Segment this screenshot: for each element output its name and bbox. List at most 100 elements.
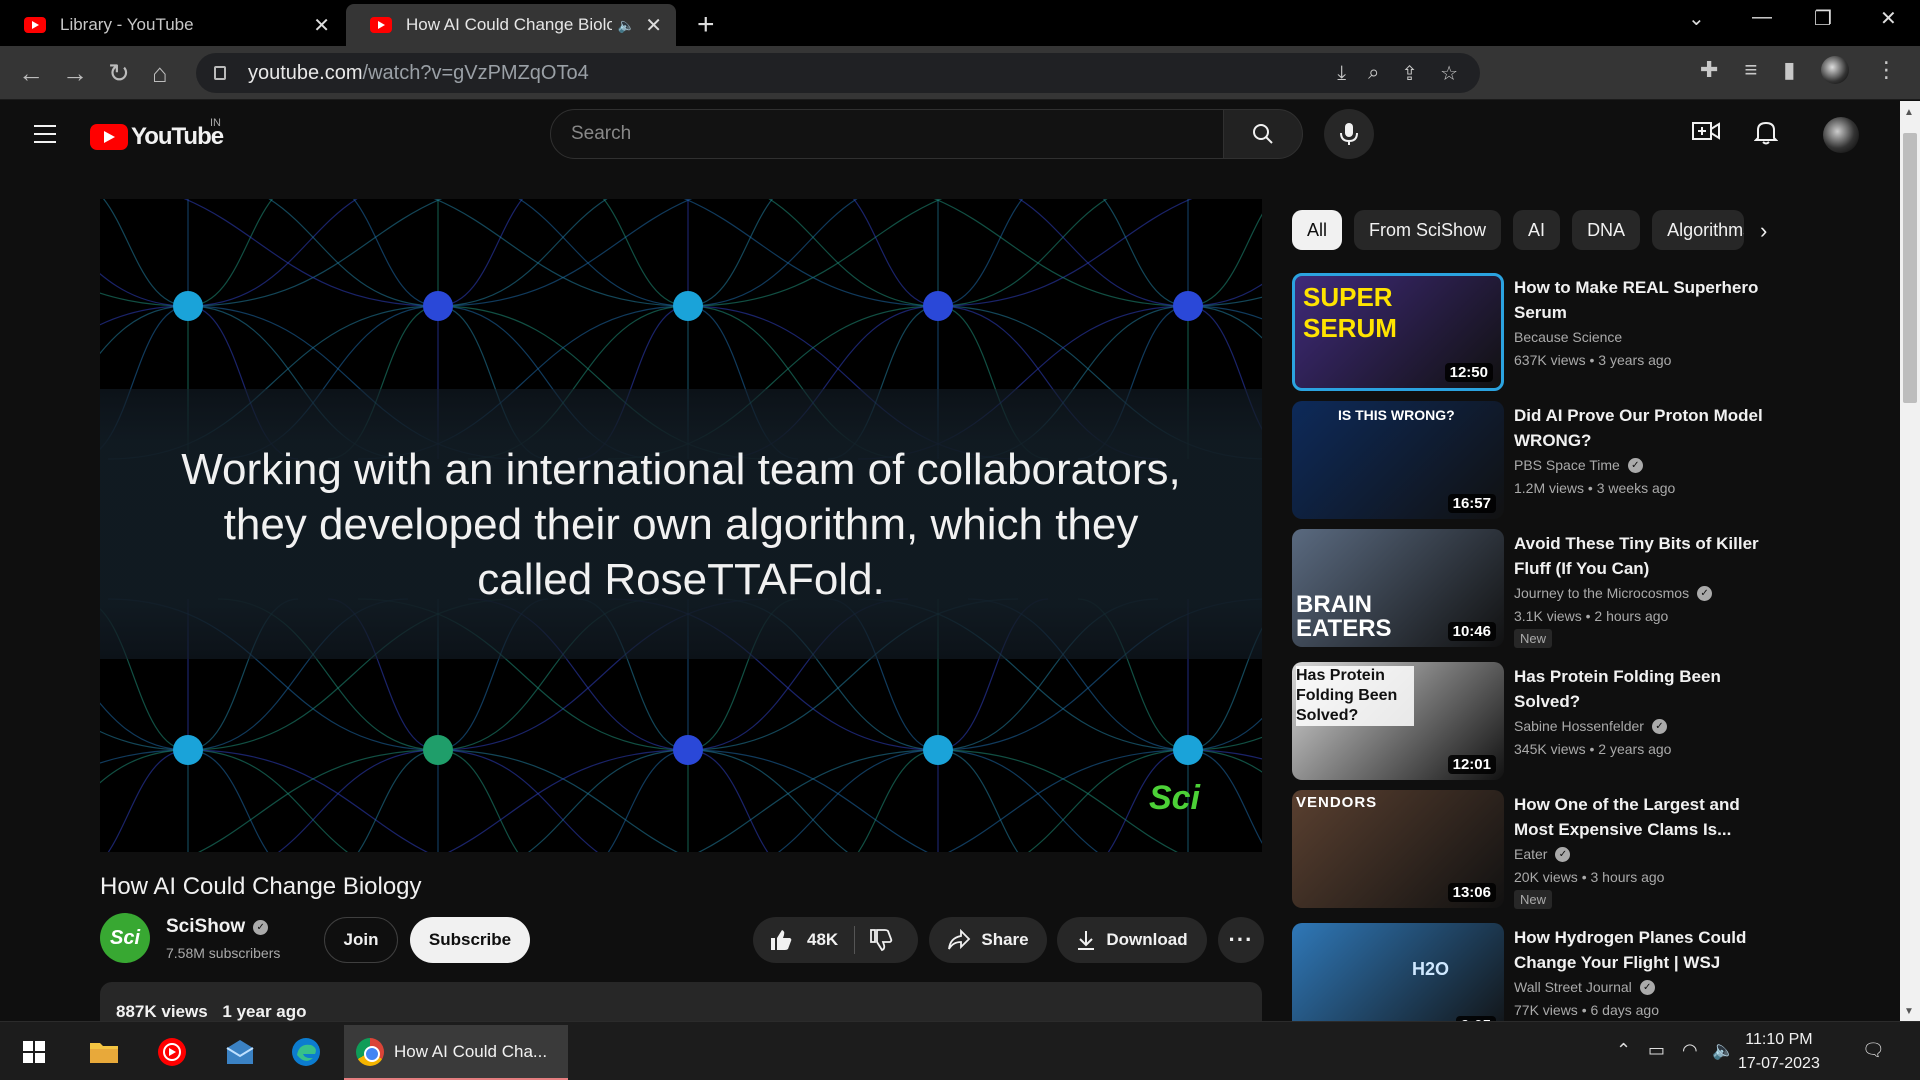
- scroll-up-icon[interactable]: ▲: [1904, 107, 1914, 118]
- show-hidden-icons-chevron-icon[interactable]: ⌃: [1616, 1040, 1631, 1061]
- like-button[interactable]: 48K: [769, 928, 838, 952]
- recommendation-channel[interactable]: Sabine Hossenfelder ✓: [1514, 718, 1667, 734]
- chip-algorithms[interactable]: Algorithms: [1652, 210, 1745, 250]
- zoom-icon[interactable]: ⌕: [1368, 62, 1379, 85]
- close-tab-icon[interactable]: ✕: [645, 13, 662, 38]
- bookmark-star-icon[interactable]: ☆: [1440, 61, 1458, 86]
- view-count: 887K views: [116, 1002, 208, 1021]
- youtube-favicon-icon: [370, 17, 392, 33]
- scroll-thumb[interactable]: [1903, 133, 1917, 403]
- chip-all[interactable]: All: [1292, 210, 1343, 250]
- channel-avatar[interactable]: Sci: [100, 913, 150, 963]
- recommendation-title[interactable]: How Hydrogen Planes Could Change Your Fl…: [1514, 925, 1774, 975]
- recommendation-views: 345K views: [1514, 741, 1586, 757]
- network-edge: [607, 749, 689, 852]
- download-button[interactable]: Download: [1057, 917, 1207, 963]
- install-app-icon[interactable]: ⤓: [1337, 62, 1346, 85]
- recommendation-channel[interactable]: Journey to the Microcosmos ✓: [1514, 585, 1713, 601]
- browser-tab-library[interactable]: Library - YouTube ✕: [0, 4, 344, 46]
- recommendation-item[interactable]: SUPER SERUM 12:50 How to Make REAL Superhe…: [1292, 273, 1792, 393]
- system-clock[interactable]: 11:10 PM 17-07-2023: [1738, 1028, 1820, 1076]
- notifications-bell-icon[interactable]: [1753, 119, 1779, 152]
- chip-dna[interactable]: DNA: [1572, 210, 1641, 250]
- media-queue-icon[interactable]: ≡: [1744, 57, 1757, 83]
- tab-search-icon[interactable]: ⌄: [1688, 6, 1705, 31]
- home-icon[interactable]: ⌂: [152, 58, 168, 89]
- network-node: [673, 735, 703, 765]
- join-button[interactable]: Join: [324, 917, 398, 963]
- channel-name[interactable]: SciShow ✓: [166, 916, 269, 938]
- notifications-icon[interactable]: 🗨: [1862, 1040, 1885, 1061]
- share-page-icon[interactable]: ⇪: [1401, 61, 1418, 86]
- recommendation-item[interactable]: VENDORS 13:06 How One of the Largest and M…: [1292, 790, 1792, 910]
- recommendation-item[interactable]: IS THIS WRONG? 16:57 Did AI Prove Our Prot…: [1292, 401, 1792, 521]
- scroll-down-icon[interactable]: ▼: [1904, 1006, 1914, 1017]
- lock-icon[interactable]: [214, 66, 226, 80]
- browser-profile-avatar[interactable]: [1821, 56, 1850, 84]
- wifi-icon[interactable]: ◠: [1682, 1040, 1698, 1061]
- page-scrollbar[interactable]: ▲ ▼: [1900, 101, 1920, 1021]
- video-thumbnail[interactable]: VENDORS 13:06: [1292, 790, 1504, 908]
- youtube-music-icon[interactable]: [156, 1036, 188, 1068]
- new-badge: New: [1514, 629, 1553, 648]
- recommendation-channel[interactable]: Wall Street Journal ✓: [1514, 979, 1655, 995]
- more-actions-button[interactable]: ···: [1218, 917, 1264, 963]
- video-thumbnail[interactable]: BRAIN EATERS 10:46: [1292, 529, 1504, 647]
- search-button[interactable]: [1223, 109, 1303, 159]
- recommendation-title[interactable]: Has Protein Folding Been Solved?: [1514, 664, 1774, 714]
- recommendation-channel[interactable]: Because Science: [1514, 329, 1622, 345]
- minimize-icon[interactable]: —: [1752, 6, 1772, 29]
- restore-icon[interactable]: ❐: [1814, 6, 1832, 31]
- recommendation-title[interactable]: How One of the Largest and Most Expensiv…: [1514, 792, 1774, 842]
- forward-icon[interactable]: →: [62, 58, 88, 89]
- thumbs-up-icon: [771, 930, 792, 950]
- recommendation-item[interactable]: BRAIN EATERS 10:46 Avoid These Tiny Bits o…: [1292, 529, 1792, 649]
- url-field[interactable]: youtube.com/watch?v=gVzPMZqOTo4 ⤓ ⌕ ⇪ ☆: [196, 53, 1480, 93]
- video-thumbnail[interactable]: SUPER SERUM 12:50: [1292, 273, 1504, 391]
- chip-from-scishow[interactable]: From SciShow: [1354, 210, 1502, 250]
- chevron-right-icon[interactable]: ›: [1760, 218, 1767, 244]
- filter-chips: All From SciShow AI DNA Algorithms: [1292, 210, 1745, 250]
- volume-icon[interactable]: 🔈: [1712, 1040, 1734, 1061]
- extensions-puzzle-icon[interactable]: ✚: [1700, 57, 1718, 83]
- recommendation-channel[interactable]: PBS Space Time ✓: [1514, 457, 1643, 473]
- create-video-icon[interactable]: [1692, 119, 1720, 150]
- share-button[interactable]: Share: [929, 917, 1047, 963]
- network-edge: [768, 199, 939, 307]
- close-tab-icon[interactable]: ✕: [313, 13, 330, 38]
- side-panel-icon[interactable]: ▮: [1783, 57, 1795, 83]
- battery-icon[interactable]: ▭: [1648, 1040, 1665, 1061]
- network-edge: [437, 199, 608, 307]
- recommendation-channel[interactable]: Eater ✓: [1514, 846, 1571, 862]
- user-avatar[interactable]: [1823, 117, 1859, 153]
- video-thumbnail[interactable]: IS THIS WRONG? 16:57: [1292, 401, 1504, 519]
- recommendation-item[interactable]: Has Protein Folding Been Solved? 12:01 Has…: [1292, 662, 1792, 782]
- recommendation-title[interactable]: Did AI Prove Our Proton Model WRONG?: [1514, 403, 1774, 453]
- subscribe-button[interactable]: Subscribe: [410, 917, 530, 963]
- youtube-logo[interactable]: YouTube: [90, 123, 224, 151]
- taskbar-chrome-app[interactable]: How AI Could Cha...: [344, 1025, 568, 1080]
- search-input[interactable]: Search: [550, 109, 1224, 159]
- hamburger-menu-icon[interactable]: [34, 125, 56, 149]
- file-explorer-icon[interactable]: [88, 1036, 120, 1068]
- back-icon[interactable]: ←: [18, 58, 44, 89]
- voice-search-button[interactable]: [1324, 109, 1374, 159]
- thumbnail-text: BRAIN EATERS: [1296, 591, 1392, 642]
- video-thumbnail[interactable]: Has Protein Folding Been Solved? 12:01: [1292, 662, 1504, 780]
- recommendation-title[interactable]: How to Make REAL Superhero Serum: [1514, 275, 1774, 325]
- url-host: youtube.com: [248, 61, 363, 84]
- chip-ai[interactable]: AI: [1513, 210, 1561, 250]
- edge-browser-icon[interactable]: [290, 1036, 322, 1068]
- video-player[interactable]: Working with an international team of co…: [100, 199, 1262, 852]
- thumbs-down-icon[interactable]: [869, 928, 893, 952]
- network-node: [423, 735, 453, 765]
- browser-tab-active[interactable]: How AI Could Change Biology - YouTube 🔈 …: [346, 4, 676, 46]
- start-button[interactable]: [18, 1036, 50, 1068]
- close-window-icon[interactable]: ✕: [1880, 6, 1897, 31]
- browser-menu-icon[interactable]: ⋮: [1875, 57, 1897, 83]
- speaker-icon[interactable]: 🔈: [618, 17, 635, 34]
- mail-app-icon[interactable]: [224, 1036, 256, 1068]
- reload-icon[interactable]: ↻: [108, 58, 130, 89]
- new-tab-button[interactable]: +: [697, 8, 715, 42]
- recommendation-title[interactable]: Avoid These Tiny Bits of Killer Fluff (I…: [1514, 531, 1774, 581]
